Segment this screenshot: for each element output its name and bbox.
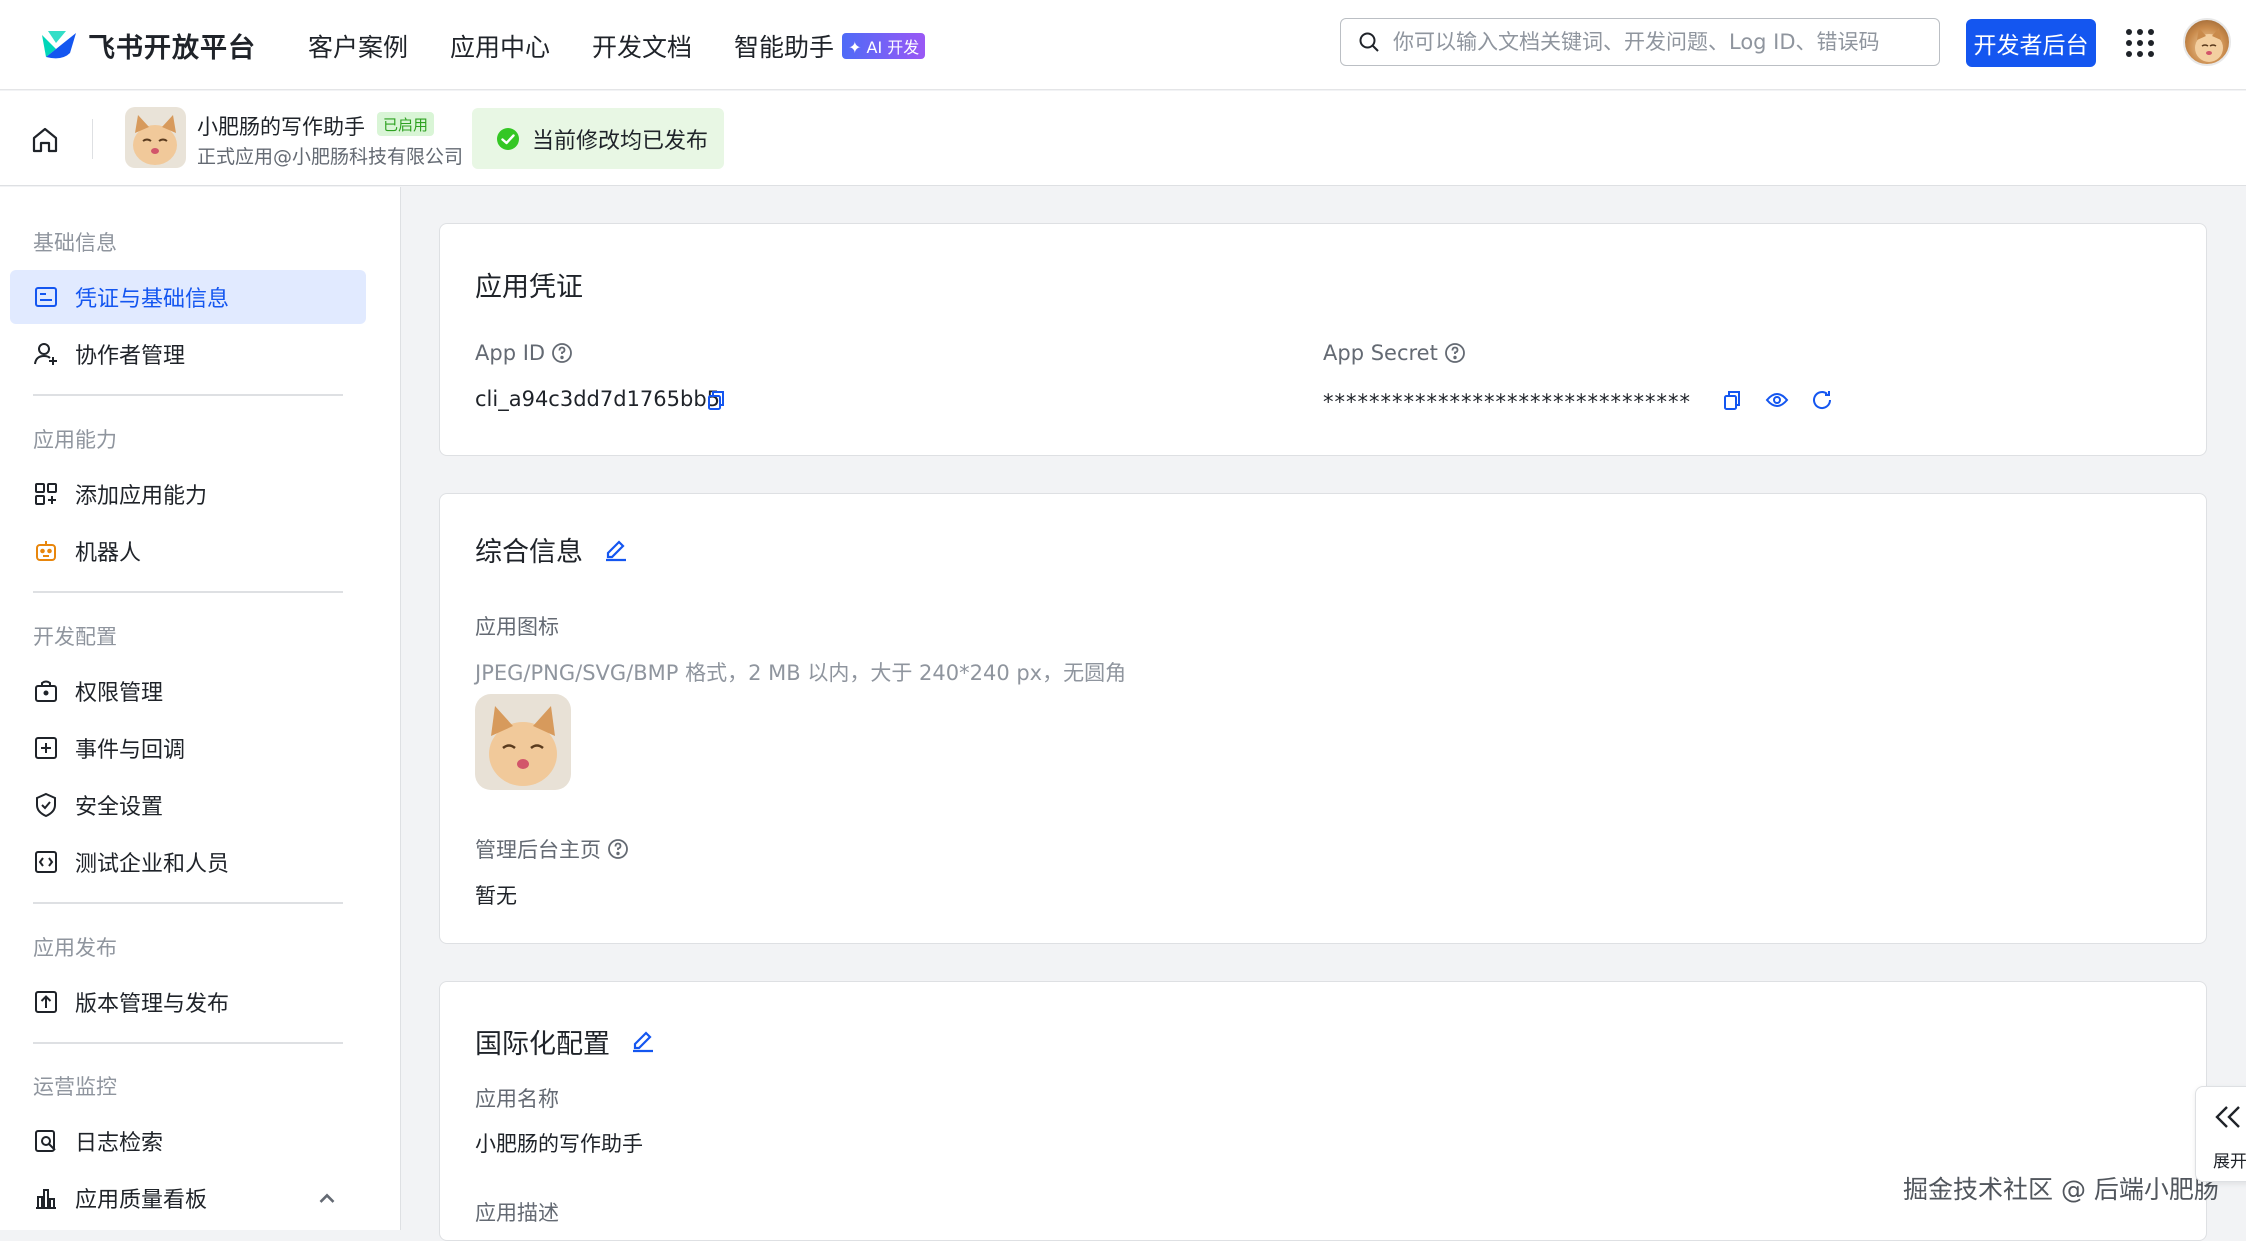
main-nav: 客户案例 应用中心 开发文档 智能助手 ✦ AI 开发 [308,28,926,64]
refresh-icon[interactable] [1810,388,1834,412]
watermark: 掘金技术社区 @ 后端小肥肠 [1903,1175,2219,1204]
plus-square-icon [35,737,57,759]
check-circle-icon [497,127,519,150]
developer-console-button[interactable]: 开发者后台 [1966,19,2096,67]
app-header: 小肥肠的写作助手 已启用 正式应用@小肥肠科技有限公司 当前修改均已发布 [0,91,2246,186]
log-search-icon [35,1130,56,1152]
app-secret-label: App Secret [1323,341,1466,365]
help-icon[interactable] [1444,342,1466,364]
sidebar-item-log-search[interactable]: 日志检索 [10,1114,366,1168]
robot-icon [36,541,56,561]
general-info-title: 综合信息 [475,537,583,568]
nav-customer-cases[interactable]: 客户案例 [308,28,408,64]
app-avatar [125,107,186,168]
credentials-card: 应用凭证 App ID cli_a94c3dd7d1765bb5 App Sec… [439,223,2207,456]
edit-icon[interactable] [629,1025,657,1053]
sidebar-group-monitoring: 运营监控 [33,1075,117,1099]
app-icon-hint: JPEG/PNG/SVG/BMP 格式，2 MB 以内，大于 240*240 p… [475,661,1127,685]
copy-icon[interactable] [1720,388,1744,412]
user-avatar[interactable] [2183,18,2231,66]
eye-icon[interactable] [1765,388,1789,412]
status-badge: 已启用 [377,112,435,136]
brand-logo[interactable]: 飞书开放平台 [36,26,256,64]
sidebar-divider [33,902,343,904]
feishu-logo-icon [42,31,76,59]
app-name-value: 小肥肠的写作助手 [475,1132,643,1156]
search-input[interactable] [1393,30,1923,54]
search-icon [1359,32,1379,52]
sidebar-group-capabilities: 应用能力 [33,428,117,452]
homepage-value: 暂无 [475,884,517,908]
copy-icon[interactable] [704,388,728,412]
general-info-card: 综合信息 应用图标 JPEG/PNG/SVG/BMP 格式，2 MB 以内，大于… [439,493,2207,944]
divider [92,119,93,159]
sidebar-item-collaborators[interactable]: 协作者管理 [10,327,366,381]
sidebar-divider [33,394,343,396]
app-desc-label: 应用描述 [475,1201,559,1225]
expand-label: 展开 [2213,1152,2246,1172]
search-box[interactable] [1340,18,1940,66]
credentials-title: 应用凭证 [475,272,583,303]
bar-chart-icon [36,1189,56,1209]
edit-icon[interactable] [602,534,630,562]
lock-icon [35,680,57,702]
app-id-label: App ID [475,341,573,365]
cat-avatar-icon [2195,28,2223,62]
apps-grid-icon[interactable] [2124,27,2156,59]
app-icon-label: 应用图标 [475,615,559,639]
homepage-label: 管理后台主页 [475,834,629,864]
id-card-icon [35,287,57,307]
top-nav: 飞书开放平台 客户案例 应用中心 开发文档 智能助手 ✦ AI 开发 开发者后台 [0,0,2246,90]
cat-app-icon [475,694,571,790]
app-secret-value: ******************************** [1323,390,1691,414]
upload-icon [35,991,57,1013]
app-icon-image[interactable] [475,694,571,790]
user-add-icon [34,343,57,365]
double-chevron-left-icon [2215,1106,2240,1128]
ai-dev-badge[interactable]: ✦ AI 开发 [842,33,926,59]
sidebar: 基础信息 凭证与基础信息 协作者管理 应用能力 添加应用能力 机器人 开发配置 … [0,187,401,1230]
help-icon[interactable] [551,342,573,364]
sidebar-item-robot[interactable]: 机器人 [10,524,366,578]
publish-status-text: 当前修改均已发布 [532,128,709,154]
sidebar-item-events[interactable]: 事件与回调 [10,721,366,775]
sidebar-item-permissions[interactable]: 权限管理 [10,664,366,718]
app-name: 小肥肠的写作助手 [197,115,365,139]
nav-dev-docs[interactable]: 开发文档 [592,28,692,64]
sidebar-divider [33,1042,343,1044]
nav-app-center[interactable]: 应用中心 [450,28,550,64]
sidebar-item-test-tenants[interactable]: 测试企业和人员 [10,835,366,889]
expand-panel-button[interactable]: 展开 [2195,1086,2246,1182]
sidebar-item-credentials[interactable]: 凭证与基础信息 [10,270,366,324]
sidebar-item-versions[interactable]: 版本管理与发布 [10,975,366,1029]
sidebar-item-add-capability[interactable]: 添加应用能力 [10,467,366,521]
help-icon[interactable] [607,838,629,860]
cat-app-icon [125,107,186,168]
sidebar-divider [33,591,343,593]
sidebar-item-security[interactable]: 安全设置 [10,778,366,832]
publish-status: 当前修改均已发布 [472,108,724,169]
chevron-up-icon[interactable] [314,1185,340,1211]
sidebar-group-dev-config: 开发配置 [33,625,117,649]
home-icon[interactable] [30,125,60,155]
nav-smart-assistant[interactable]: 智能助手 [734,28,834,64]
code-icon [35,851,57,873]
apps-icon [35,483,57,505]
i18n-title: 国际化配置 [475,1029,610,1060]
sidebar-group-release: 应用发布 [33,936,117,960]
sidebar-group-basic: 基础信息 [33,231,117,255]
app-subtitle: 正式应用@小肥肠科技有限公司 [197,146,464,168]
sidebar-item-quality-board[interactable]: 应用质量看板 [10,1171,366,1225]
app-name-label: 应用名称 [475,1087,559,1111]
brand-name: 飞书开放平台 [88,32,256,64]
shield-icon [36,792,56,818]
app-id-value: cli_a94c3dd7d1765bb5 [475,387,721,411]
